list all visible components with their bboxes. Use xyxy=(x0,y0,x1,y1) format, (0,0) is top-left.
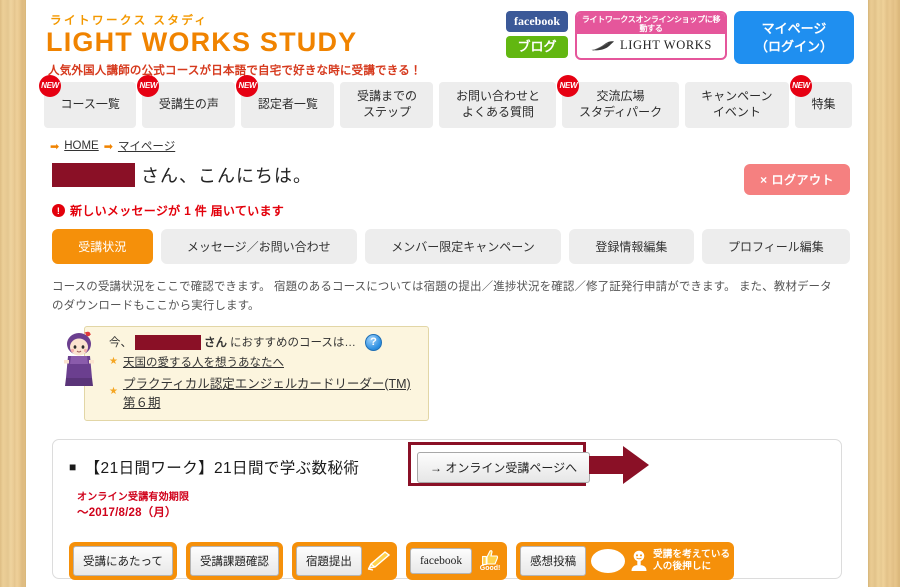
wood-border-right xyxy=(868,0,900,587)
speech-bubble-icon xyxy=(591,548,626,573)
nav-item-label: 特集 xyxy=(811,97,836,112)
redacted-username xyxy=(52,163,135,187)
action-label: 感想投稿 xyxy=(520,545,587,576)
new-badge-icon: NEW xyxy=(236,75,259,97)
nav-item-course-list[interactable]: NEW コース一覧 xyxy=(39,75,137,128)
site-logo[interactable]: ライトワークス スタディ LIGHT WORKS STUDY 人気外国人講師の公… xyxy=(46,12,422,78)
action-label: 宿題提出 xyxy=(295,545,362,576)
nav-item-contact-faq[interactable]: お問い合わせと よくある質問 xyxy=(439,82,557,128)
nav-item-label: 受講までの ステップ xyxy=(356,89,417,119)
greeting-text: さん、こんにちは。 xyxy=(141,166,312,186)
nav-item-label: コース一覧 xyxy=(60,97,120,112)
list-item: ★ プラクティカル認定エンジェルカードリーダー(TM) 第６期 xyxy=(109,373,418,411)
section-description: コースの受講状況をここで確認できます。 宿題のあるコースについては宿題の提出／進… xyxy=(52,281,832,312)
recommendation-heading: 今、 さん におすすめのコースは… ? xyxy=(109,333,418,351)
deadline-label: オンライン受講有効期限 xyxy=(77,491,190,503)
person-icon xyxy=(631,550,647,571)
online-shop-banner[interactable]: ライトワークスオンラインショップに移動する LIGHT WORKS xyxy=(575,11,727,61)
recommended-course-link-2[interactable]: プラクティカル認定エンジェルカードリーダー(TM) 第６期 xyxy=(123,373,418,411)
nav-item-campaign-event[interactable]: キャンペーン イベント xyxy=(684,82,790,128)
brand-kana: ライトワークス スタディ xyxy=(50,15,209,27)
tab-registration-edit[interactable]: 登録情報編集 xyxy=(569,229,694,264)
feather-icon xyxy=(591,41,615,51)
nav-item-label: 受講生の声 xyxy=(158,97,219,112)
new-badge-icon: NEW xyxy=(137,75,160,97)
action-assignment-check-button[interactable]: 受講課題確認 xyxy=(185,541,283,580)
course-action-buttons: 受講にあたって 受講課題確認 宿題提出 facebook Good! 感想投稿 … xyxy=(69,541,825,580)
action-label: facebook xyxy=(409,547,473,574)
redacted-username-inline xyxy=(135,334,201,350)
nav-item-feature[interactable]: NEW 特集 xyxy=(790,75,853,128)
nav-item-student-voices[interactable]: NEW 受講生の声 xyxy=(137,75,236,128)
breadcrumb-arrow-icon: ➡ xyxy=(50,140,60,153)
recommendation-prefix: 今、 xyxy=(109,337,132,350)
thumbs-up-caption: Good! xyxy=(479,564,501,572)
breadcrumb-arrow-icon: ➡ xyxy=(103,140,113,153)
nav-item-label: お問い合わせと よくある質問 xyxy=(455,89,540,119)
nav-item-label: 認定者一覧 xyxy=(257,97,318,112)
header-actions: facebook ブログ ライトワークスオンラインショップに移動する LIGHT… xyxy=(506,11,854,65)
breadcrumb-item-mypage[interactable]: マイページ xyxy=(118,138,175,154)
new-badge-icon: NEW xyxy=(39,75,61,97)
recommended-course-link-1[interactable]: 天国の愛する人を想うあなたへ xyxy=(123,354,284,370)
greeting-row: さん、こんにちは。 × ログアウト xyxy=(26,154,868,195)
action-facebook-button[interactable]: facebook Good! xyxy=(405,541,508,580)
nav-item-certified-list[interactable]: NEW 認定者一覧 xyxy=(236,75,335,128)
mascot-character-icon xyxy=(64,331,94,386)
online-shop-caption: ライトワークスオンラインショップに移動する xyxy=(577,13,725,35)
online-shop-name: LIGHT WORKS xyxy=(620,38,712,53)
tab-profile-edit[interactable]: プロフィール編集 xyxy=(701,229,851,264)
new-message-notice-text: 新しいメッセージが 1 件 届いています xyxy=(70,204,285,218)
thumbs-up-glyph xyxy=(481,550,498,565)
tab-member-campaign[interactable]: メンバー限定キャンペーン xyxy=(365,229,562,264)
breadcrumb-item-home[interactable]: HOME xyxy=(64,140,99,152)
tab-enrollment-status[interactable]: 受講状況 xyxy=(52,229,153,264)
deadline-value: ～2017/8/28（月） xyxy=(77,506,177,519)
social-buttons: facebook ブログ xyxy=(506,11,568,59)
help-question-icon[interactable]: ? xyxy=(364,333,382,351)
annotation-arrow-icon xyxy=(589,445,649,484)
mypage-tabs: 受講状況 メッセージ／お問い合わせ メンバー限定キャンペーン 登録情報編集 プロ… xyxy=(26,219,868,264)
mypage-login-button[interactable]: マイページ （ログイン） xyxy=(734,11,854,65)
online-shop-body: LIGHT WORKS xyxy=(577,34,725,58)
list-item: ★ 天国の愛する人を想うあなたへ xyxy=(109,354,418,370)
recommendation-section: 今、 さん におすすめのコースは… ? ★ 天国の愛する人を想うあなたへ ★ プ… xyxy=(64,325,429,421)
action-label: 受講にあたって xyxy=(73,545,173,576)
action-guidance-button[interactable]: 受講にあたって xyxy=(69,541,177,580)
facebook-button[interactable]: facebook xyxy=(506,11,568,32)
action-note: 受講を考えている 人の後押しに xyxy=(653,549,731,572)
main-navigation: NEW コース一覧 NEW 受講生の声 NEW 認定者一覧 受講までの ステップ… xyxy=(26,75,868,128)
new-message-notice: ! 新しいメッセージが 1 件 届いています xyxy=(52,202,868,219)
logout-button[interactable]: × ログアウト xyxy=(744,164,850,195)
blog-button[interactable]: ブログ xyxy=(506,36,568,59)
new-badge-icon: NEW xyxy=(790,75,813,97)
star-icon: ★ xyxy=(109,356,118,368)
square-bullet-icon: ■ xyxy=(69,459,77,474)
breadcrumb: ➡ HOME ➡ マイページ xyxy=(26,128,868,154)
nav-item-label: キャンペーン イベント xyxy=(701,89,773,119)
brand-tagline: 人気外国人講師の公式コースが日本語で自宅で好きな時に受講できる！ xyxy=(48,65,422,77)
nav-item-study-park[interactable]: NEW 交流広場 スタディパーク xyxy=(557,75,679,128)
course-title: 【21日間ワーク】21日間で学ぶ数秘術 xyxy=(84,459,360,477)
action-label: 受講課題確認 xyxy=(189,545,279,576)
page-container: ライトワークス スタディ LIGHT WORKS STUDY 人気外国人講師の公… xyxy=(26,0,868,587)
thumbs-up-icon: Good! xyxy=(477,548,503,574)
online-course-page-button[interactable]: → オンライン受講ページへ xyxy=(417,451,591,483)
new-badge-icon: NEW xyxy=(557,75,580,97)
exclamation-icon: ! xyxy=(52,204,65,217)
wood-border-left xyxy=(0,0,26,587)
action-post-review-button[interactable]: 感想投稿 受講を考えている 人の後押しに xyxy=(516,541,735,580)
recommendation-san: さん xyxy=(204,337,227,350)
action-homework-submit-button[interactable]: 宿題提出 xyxy=(291,541,397,580)
star-icon: ★ xyxy=(109,386,118,398)
recommendation-box: 今、 さん におすすめのコースは… ? ★ 天国の愛する人を想うあなたへ ★ プ… xyxy=(84,325,429,421)
nav-item-label: 交流広場 スタディパーク xyxy=(578,89,663,119)
pencil-icon xyxy=(367,551,391,571)
recommendation-suffix: におすすめのコースは… xyxy=(230,337,356,350)
brand-name: LIGHT WORKS STUDY xyxy=(46,27,358,57)
tab-messages-inquiries[interactable]: メッセージ／お問い合わせ xyxy=(160,229,357,264)
course-card: ■ 【21日間ワーク】21日間で学ぶ数秘術 → オンライン受講ページへ オンライ… xyxy=(52,438,842,580)
nav-item-steps[interactable]: 受講までの ステップ xyxy=(340,82,434,128)
site-header: ライトワークス スタディ LIGHT WORKS STUDY 人気外国人講師の公… xyxy=(26,0,868,78)
